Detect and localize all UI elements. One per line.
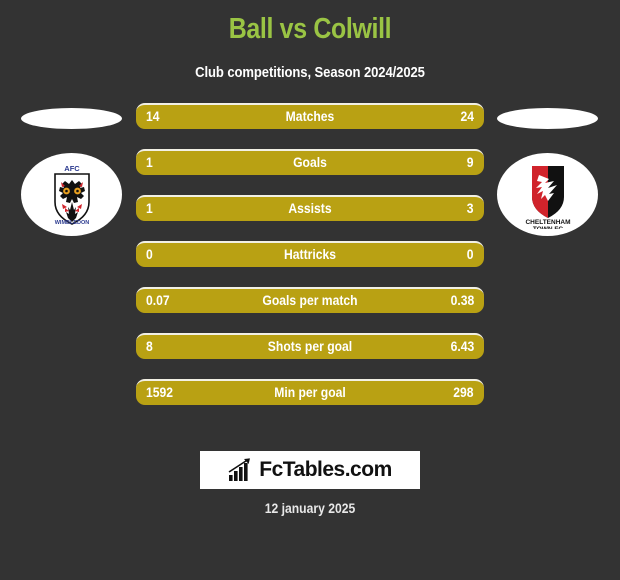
away-crest-cap (497, 108, 598, 129)
footer: FcTables.com 12 january 2025 (0, 446, 620, 580)
stat-label: Assists (288, 201, 332, 216)
stat-away-value: 24 (460, 109, 474, 124)
stat-row: 8 Shots per goal 6.43 (136, 333, 484, 359)
stat-label: Goals per match (262, 293, 358, 308)
svg-text:AFC: AFC (64, 164, 80, 173)
stats-list: 14 Matches 24 1 Goals 9 1 Assists 3 0 Ha… (136, 103, 484, 405)
cheltenham-town-crest-icon: CHELTENHAM TOWN FC (525, 165, 570, 229)
fctables-brand[interactable]: FcTables.com (200, 451, 420, 489)
page-subtitle: Club competitions, Season 2024/2025 (195, 65, 425, 81)
stat-away-value: 0 (467, 247, 474, 262)
bar-chart-icon (228, 458, 251, 481)
stat-away-value: 6.43 (450, 339, 474, 354)
stat-row: 0 Hattricks 0 (136, 241, 484, 267)
stat-away-value: 0.38 (450, 293, 474, 308)
stat-label: Shots per goal (267, 339, 353, 354)
home-crest-bubble: AFC WIMBLEDON (21, 153, 122, 236)
stat-label: Matches (285, 109, 335, 124)
page-title: Ball vs Colwill (228, 13, 392, 45)
stat-home-value: 8 (146, 339, 153, 354)
stat-away-value: 9 (467, 155, 474, 170)
away-team-crest-container[interactable]: CHELTENHAM TOWN FC (488, 103, 608, 409)
comparison-section: AFC WIMBLEDON 14 Matches 24 1 Goals 9 1 … (0, 103, 620, 409)
stat-row: 1 Goals 9 (136, 149, 484, 175)
svg-text:WIMBLEDON: WIMBLEDON (54, 220, 89, 226)
svg-text:TOWN FC: TOWN FC (532, 226, 563, 229)
stat-away-value: 298 (453, 385, 474, 400)
home-crest-cap (21, 108, 122, 129)
stat-home-value: 0 (146, 247, 153, 262)
stat-row: 0.07 Goals per match 0.38 (136, 287, 484, 313)
home-team-crest-container[interactable]: AFC WIMBLEDON (12, 103, 132, 409)
stat-home-value: 1 (146, 201, 153, 216)
stat-label: Hattricks (283, 247, 337, 262)
stat-home-value: 1 (146, 155, 153, 170)
stat-label: Goals (293, 155, 327, 170)
afc-wimbledon-crest-icon: AFC WIMBLEDON (53, 164, 90, 226)
stat-row: 1592 Min per goal 298 (136, 379, 484, 405)
stat-row: 1 Assists 3 (136, 195, 484, 221)
footer-date: 12 january 2025 (264, 501, 356, 516)
stat-row: 14 Matches 24 (136, 103, 484, 129)
away-crest-bubble: CHELTENHAM TOWN FC (497, 153, 598, 236)
svg-text:CHELTENHAM: CHELTENHAM (525, 219, 570, 226)
stat-away-value: 3 (467, 201, 474, 216)
header: Ball vs Colwill Club competitions, Seaso… (0, 0, 620, 81)
stat-label: Min per goal (274, 385, 346, 400)
fctables-brand-text: FcTables.com (259, 458, 392, 481)
